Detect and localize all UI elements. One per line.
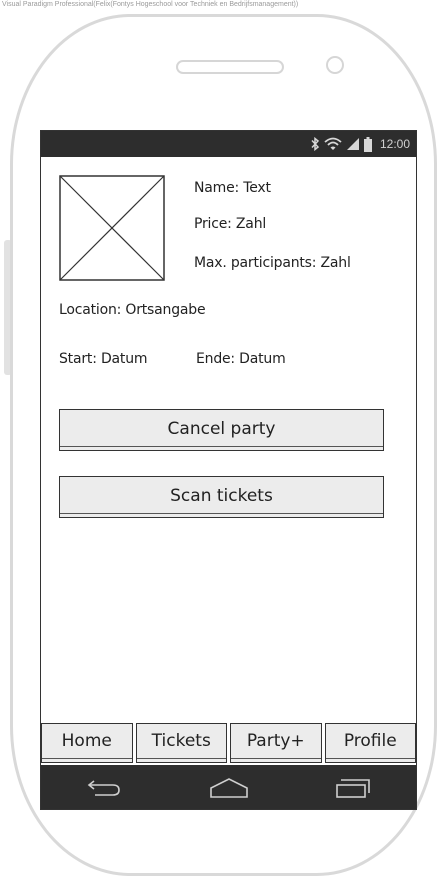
phone-camera xyxy=(326,56,344,74)
back-button[interactable] xyxy=(74,768,134,808)
scan-tickets-button[interactable]: Scan tickets xyxy=(59,476,384,518)
back-icon xyxy=(87,780,120,796)
max-participants-label: Max. participants: Zahl xyxy=(194,255,351,271)
recent-apps-button[interactable] xyxy=(324,768,384,808)
navigation-bar xyxy=(41,765,416,809)
recent-apps-icon xyxy=(335,779,370,798)
image-placeholder-icon xyxy=(59,175,165,281)
cancel-party-button[interactable]: Cancel party xyxy=(59,409,384,451)
status-time: 12:00 xyxy=(379,137,410,151)
tab-profile[interactable]: Profile xyxy=(324,723,416,763)
battery-icon xyxy=(363,136,372,152)
party-name-label: Name: Text xyxy=(194,180,271,196)
start-date-label: Start: Datum xyxy=(59,351,148,367)
signal-icon xyxy=(346,138,359,150)
party-price-label: Price: Zahl xyxy=(194,216,267,232)
end-date-label: Ende: Datum xyxy=(196,351,286,367)
watermark-text: Visual Paradigm Professional(Felix(Fonty… xyxy=(2,1,299,8)
phone-screen: 12:00 Name: Text Price: Zahl Max. partic… xyxy=(40,130,417,810)
bluetooth-icon xyxy=(311,137,320,151)
tab-party-plus[interactable]: Party+ xyxy=(230,723,322,763)
home-button[interactable] xyxy=(199,768,259,808)
tab-home[interactable]: Home xyxy=(41,723,133,763)
status-icons: 12:00 xyxy=(310,131,410,157)
tab-bar: Home Tickets Party+ Profile xyxy=(41,723,416,763)
location-label: Location: Ortsangabe xyxy=(59,302,206,318)
wifi-icon xyxy=(324,137,342,150)
tab-tickets[interactable]: Tickets xyxy=(135,723,227,763)
status-bar: 12:00 xyxy=(41,131,416,157)
phone-speaker xyxy=(176,60,284,74)
home-icon xyxy=(209,778,248,798)
